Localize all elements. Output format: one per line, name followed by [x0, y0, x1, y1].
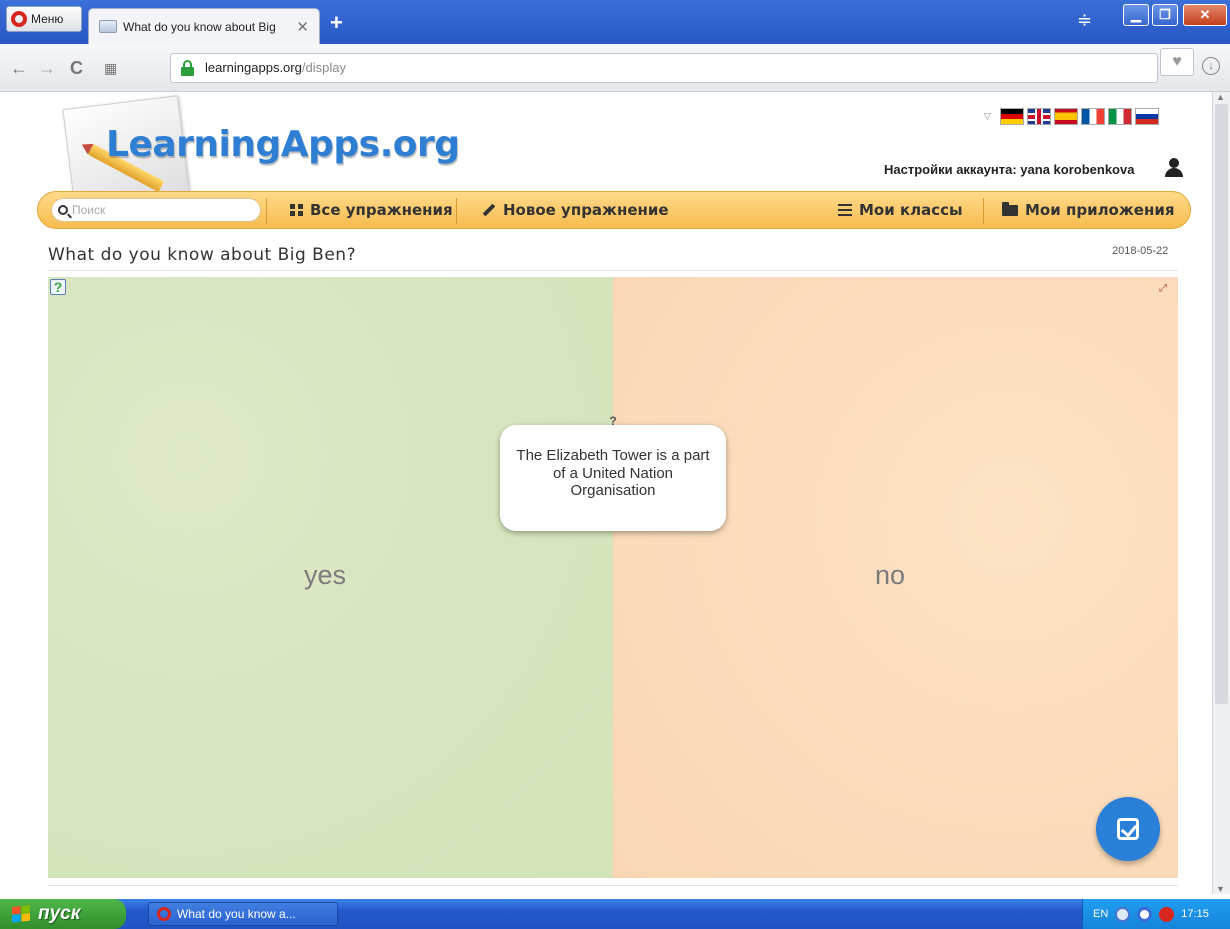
input-language[interactable]: EN [1093, 908, 1108, 920]
list-icon [838, 204, 852, 216]
scroll-up-icon[interactable]: ▲ [1216, 92, 1225, 102]
windows-logo-icon [12, 905, 30, 923]
opera-logo-icon [11, 11, 27, 27]
logo-text: LearningApps.org [106, 124, 460, 165]
search-box[interactable] [51, 198, 261, 222]
opera-logo-icon [157, 907, 171, 921]
flag-it-icon[interactable] [1107, 108, 1132, 125]
address-toolbar: ← → C ▦ learningapps.org/display [0, 44, 1230, 92]
bookmark-heart-icon[interactable]: ♥ [1160, 48, 1194, 76]
tray-antivirus-icon[interactable] [1159, 906, 1175, 922]
card-text: The Elizabeth Tower is a part of a Unite… [516, 447, 710, 500]
language-dropdown-icon[interactable]: ▽ [984, 111, 991, 122]
user-icon[interactable] [1164, 158, 1184, 178]
secure-lock-icon [181, 60, 194, 76]
scrollbar-thumb[interactable] [1215, 104, 1228, 704]
drop-zone-no-label: no [875, 560, 906, 590]
start-button[interactable]: пуск [0, 899, 126, 929]
nav-divider [266, 198, 267, 224]
site-logo[interactable]: LearningApps.org [62, 95, 460, 207]
window-minimize-button[interactable]: ▁ [1123, 4, 1149, 26]
flag-es-icon[interactable] [1053, 108, 1078, 125]
taskbar-window-label: What do you know a... [177, 907, 296, 921]
bottom-divider [48, 885, 1178, 886]
flag-fr-icon[interactable] [1080, 108, 1105, 125]
search-icon [58, 205, 68, 215]
search-input[interactable] [72, 203, 242, 217]
fullscreen-icon[interactable]: ⤢ [1156, 281, 1170, 295]
opera-menu-button[interactable]: Меню [6, 6, 82, 32]
card-marker: ? [609, 414, 617, 428]
flag-ru-icon[interactable] [1134, 108, 1159, 125]
nav-my-classes[interactable]: Мои классы [838, 201, 963, 219]
pencil-icon [482, 203, 496, 217]
help-icon[interactable]: ? [50, 279, 66, 295]
url-field[interactable]: learningapps.org/display [170, 53, 1158, 83]
tray-opera-icon[interactable] [1137, 906, 1153, 922]
page-scrollbar[interactable]: ▲ ▼ [1212, 92, 1230, 894]
nav-all-exercises-label: Все упражнения [310, 201, 453, 219]
url-text: learningapps.org/display [205, 60, 346, 75]
nav-divider [456, 198, 457, 224]
nav-my-apps-label: Мои приложения [1025, 201, 1175, 219]
tray-network-icon[interactable] [1115, 906, 1131, 922]
title-divider [48, 270, 1178, 271]
nav-new-exercise[interactable]: Новое упражнение [482, 201, 669, 219]
system-tray: EN 17:15 [1082, 899, 1230, 929]
tab-menu-icon[interactable]: ≑ [1077, 10, 1092, 36]
download-icon[interactable]: ↓ [1202, 57, 1220, 75]
scroll-down-icon[interactable]: ▼ [1216, 884, 1225, 894]
grid-icon [290, 204, 303, 216]
start-label: пуск [38, 903, 81, 924]
folder-icon [1002, 201, 1018, 216]
tab-close-icon[interactable]: ✕ [296, 18, 309, 36]
taskbar-window-button[interactable]: What do you know a... [148, 902, 338, 926]
tray-clock: 17:15 [1181, 908, 1209, 920]
window-maximize-button[interactable]: ❐ [1152, 4, 1178, 26]
new-tab-button[interactable]: + [330, 10, 343, 36]
menu-label: Меню [31, 12, 64, 26]
speed-dial-icon[interactable]: ▦ [104, 60, 117, 77]
tab-title: What do you know about Big [123, 19, 276, 34]
drop-zone-yes-label: yes [304, 560, 347, 590]
nav-divider [983, 198, 984, 224]
draggable-statement-card[interactable]: ? The Elizabeth Tower is a part of a Uni… [500, 414, 726, 531]
app-date: 2018-05-22 [1112, 245, 1169, 257]
window-close-button[interactable]: ✕ [1183, 4, 1227, 26]
check-answers-button[interactable] [1096, 797, 1160, 861]
browser-tab-active[interactable]: What do you know about Big ✕ [88, 8, 320, 44]
flag-de-icon[interactable] [999, 108, 1024, 125]
tab-favicon-icon [99, 20, 117, 33]
checkbox-check-icon [1117, 818, 1139, 840]
account-settings-link[interactable]: Настройки аккаунта: yana korobenkova [884, 162, 1134, 177]
nav-my-classes-label: Мои классы [859, 201, 963, 219]
browser-titlebar: Меню What do you know about Big ✕ + ≑ ▁ … [0, 0, 1230, 44]
app-frame: yes no ? ⤢ ? The Elizabeth Tower is a pa… [48, 277, 1178, 878]
os-taskbar: пуск What do you know a... EN 17:15 [0, 899, 1230, 929]
back-icon[interactable]: ← [10, 58, 28, 79]
flag-en-icon[interactable] [1026, 108, 1051, 125]
nav-my-apps[interactable]: Мои приложения [1002, 201, 1174, 219]
nav-new-exercise-label: Новое упражнение [503, 201, 669, 219]
language-selector[interactable]: ▽ [984, 108, 1159, 125]
forward-icon[interactable]: → [38, 58, 56, 79]
app-title: What do you know about Big Ben? [48, 245, 357, 265]
main-navbar: Все упражнения Новое упражнение Мои клас… [37, 191, 1191, 229]
reload-icon[interactable]: C [70, 58, 83, 79]
nav-all-exercises[interactable]: Все упражнения [290, 201, 453, 219]
